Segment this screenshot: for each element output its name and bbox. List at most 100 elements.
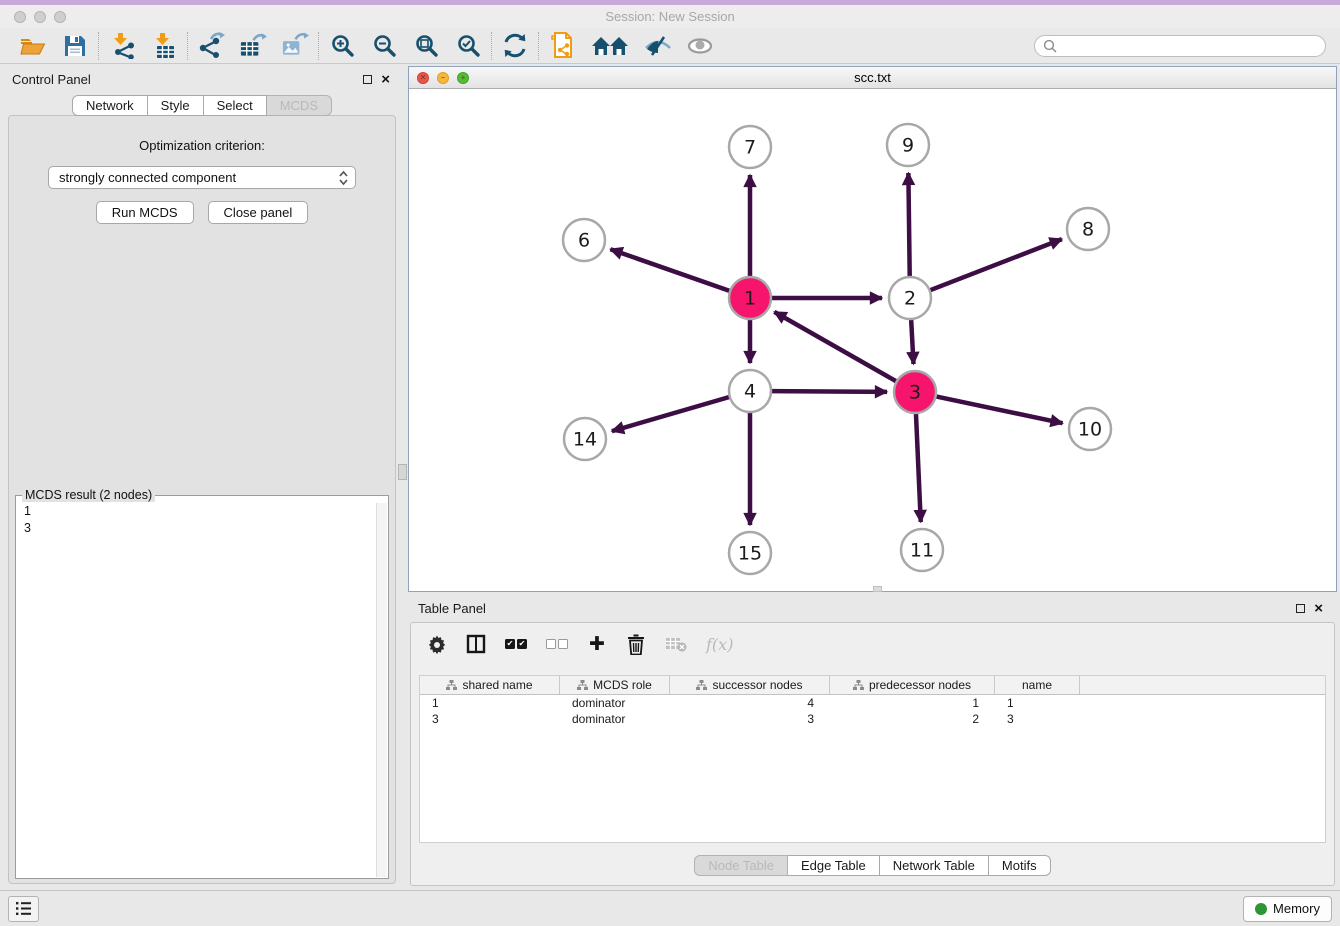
network-resize-grip[interactable]	[873, 586, 882, 592]
splitter-grip[interactable]	[398, 464, 407, 480]
delete-table-icon[interactable]	[665, 636, 687, 652]
node-table: shared nameMCDS rolesuccessor nodesprede…	[419, 675, 1326, 843]
network-graph: 7968124314101511	[409, 90, 1336, 593]
table-cell[interactable]: dominator	[560, 711, 670, 727]
column-header-shared-name[interactable]: shared name	[420, 676, 560, 694]
graph-edge-1-6[interactable]	[610, 249, 729, 291]
zoom-in-icon[interactable]	[328, 32, 356, 60]
show-panel-eye-icon[interactable]	[686, 32, 714, 60]
run-mcds-button[interactable]: Run MCDS	[96, 201, 194, 224]
application-window: Session: New Session	[0, 0, 1340, 926]
refresh-layout-icon[interactable]	[501, 32, 529, 60]
import-table-icon[interactable]	[150, 32, 178, 60]
table-settings-icon[interactable]	[427, 634, 447, 654]
delete-row-icon[interactable]	[626, 634, 646, 655]
table-cell[interactable]: 2	[830, 711, 995, 727]
column-header-name[interactable]: name	[995, 676, 1080, 694]
float-table-panel-icon[interactable]	[1296, 604, 1305, 613]
tab-node-table[interactable]: Node Table	[694, 855, 788, 876]
table-header-row: shared nameMCDS rolesuccessor nodesprede…	[420, 676, 1325, 695]
column-header-MCDS-role[interactable]: MCDS role	[560, 676, 670, 694]
close-panel-icon[interactable]: ×	[381, 74, 390, 85]
table-cell[interactable]: 1	[995, 695, 1080, 711]
table-cell[interactable]: 1	[830, 695, 995, 711]
search-input[interactable]	[1034, 35, 1326, 57]
tab-mcds[interactable]: MCDS	[267, 95, 332, 116]
column-header-predecessor-nodes[interactable]: predecessor nodes	[830, 676, 995, 694]
network-canvas[interactable]: 7968124314101511	[409, 90, 1336, 591]
graph-node-label-1: 1	[744, 288, 756, 310]
show-column-icon[interactable]	[466, 634, 486, 654]
graph-edge-2-8[interactable]	[931, 239, 1062, 290]
table-cell[interactable]: 3	[670, 711, 830, 727]
add-row-icon[interactable]: ✚	[587, 635, 607, 654]
network-from-file-icon[interactable]	[548, 32, 576, 60]
tab-motifs[interactable]: Motifs	[989, 855, 1051, 876]
table-panel: Table Panel × ✔✔	[408, 596, 1337, 888]
tab-edge-table[interactable]: Edge Table	[788, 855, 880, 876]
window-title: Session: New Session	[0, 9, 1340, 24]
open-file-icon[interactable]	[19, 32, 47, 60]
import-network-icon[interactable]	[108, 32, 136, 60]
mcds-result-title: MCDS result (2 nodes)	[22, 488, 155, 502]
graph-edge-3-1[interactable]	[774, 312, 896, 381]
graph-edge-4-14[interactable]	[612, 397, 729, 431]
tab-network[interactable]: Network	[72, 95, 148, 116]
export-image-icon[interactable]	[281, 32, 309, 60]
mcds-result-list: 13	[16, 502, 388, 538]
table-row[interactable]: 3dominator323	[420, 711, 1325, 727]
graph-edge-2-9[interactable]	[908, 173, 909, 276]
graph-edge-3-11[interactable]	[916, 414, 921, 522]
chevron-updown-icon	[338, 170, 349, 186]
close-table-panel-icon[interactable]: ×	[1314, 603, 1323, 614]
function-builder-icon[interactable]: f(x)	[706, 635, 733, 654]
graph-node-label-15: 15	[738, 543, 762, 565]
network-window-titlebar[interactable]: ✕ − + scc.txt	[409, 67, 1336, 89]
graph-node-label-4: 4	[744, 381, 756, 403]
result-scrollbar[interactable]	[376, 503, 387, 877]
tab-select[interactable]: Select	[204, 95, 267, 116]
float-panel-icon[interactable]	[363, 75, 372, 84]
export-table-icon[interactable]	[239, 32, 267, 60]
table-cell[interactable]: 1	[420, 695, 560, 711]
close-panel-button[interactable]: Close panel	[208, 201, 309, 224]
hierarchy-icon	[577, 680, 588, 690]
save-session-icon[interactable]	[61, 32, 89, 60]
criterion-dropdown[interactable]: strongly connected component	[48, 166, 356, 189]
export-network-icon[interactable]	[197, 32, 225, 60]
control-panel-tabs: Network Style Select MCDS	[72, 95, 332, 116]
network-window-title: scc.txt	[409, 70, 1336, 85]
table-row[interactable]: 1dominator411	[420, 695, 1325, 711]
zoom-fit-icon[interactable]	[412, 32, 440, 60]
deselect-all-rows-icon[interactable]	[546, 639, 568, 649]
memory-button[interactable]: Memory	[1243, 896, 1332, 922]
table-cell[interactable]: 3	[995, 711, 1080, 727]
hide-panel-eye-icon[interactable]	[644, 32, 672, 60]
home-icon[interactable]	[590, 32, 630, 60]
control-panel: Control Panel × Network Style Select MCD…	[0, 64, 404, 890]
table-cell[interactable]: 4	[670, 695, 830, 711]
column-header-successor-nodes[interactable]: successor nodes	[670, 676, 830, 694]
mcds-result-node: 1	[24, 503, 380, 520]
graph-edge-4-3[interactable]	[772, 391, 887, 392]
graph-node-label-9: 9	[902, 135, 914, 157]
zoom-out-icon[interactable]	[370, 32, 398, 60]
hierarchy-icon	[853, 680, 864, 690]
mcds-panel: Optimization criterion: strongly connect…	[8, 115, 396, 884]
tab-network-table[interactable]: Network Table	[880, 855, 989, 876]
graph-node-label-2: 2	[904, 288, 916, 310]
criterion-value: strongly connected component	[59, 170, 338, 185]
graph-node-label-10: 10	[1078, 419, 1102, 441]
graph-node-label-6: 6	[578, 230, 590, 252]
zoom-selected-icon[interactable]	[454, 32, 482, 60]
select-all-rows-icon[interactable]: ✔✔	[505, 639, 527, 649]
table-cell[interactable]: dominator	[560, 695, 670, 711]
graph-edge-3-10[interactable]	[937, 397, 1063, 424]
graph-edge-2-3[interactable]	[911, 320, 913, 364]
task-history-button[interactable]	[8, 896, 39, 922]
table-cell[interactable]: 3	[420, 711, 560, 727]
tab-style[interactable]: Style	[148, 95, 204, 116]
graph-node-label-3: 3	[909, 382, 921, 404]
memory-status-dot	[1255, 903, 1267, 915]
hierarchy-icon	[696, 680, 707, 690]
